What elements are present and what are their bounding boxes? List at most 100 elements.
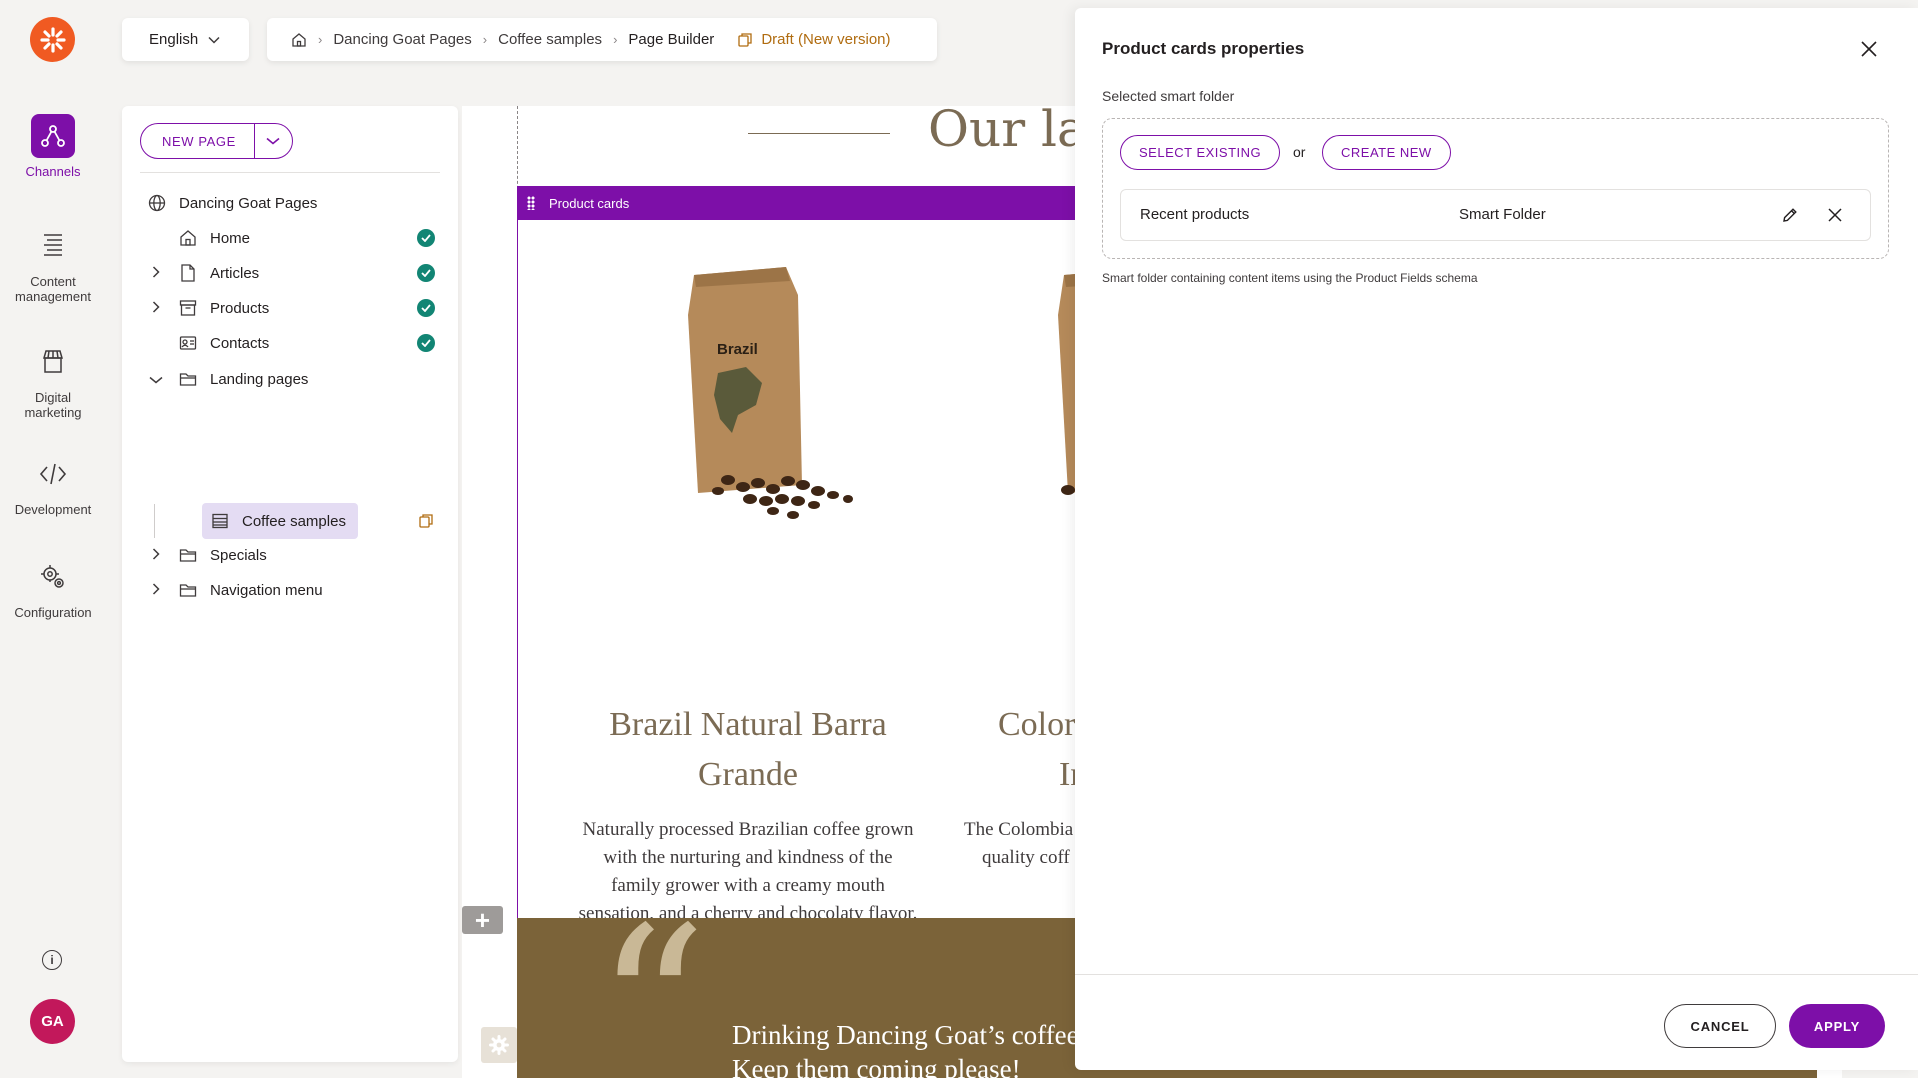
published-icon bbox=[417, 264, 435, 282]
folder-icon bbox=[178, 580, 198, 600]
field-hint: Smart folder containing content items us… bbox=[1102, 271, 1478, 285]
quote-icon: “ bbox=[595, 880, 708, 1078]
tree-node-label: Articles bbox=[210, 264, 260, 282]
info-icon[interactable]: i bbox=[42, 950, 62, 970]
nav-digital-marketing[interactable]: Digital marketing bbox=[0, 340, 106, 420]
footer-divider bbox=[1075, 974, 1918, 975]
globe-icon bbox=[147, 193, 167, 213]
tree-node-label: Coffee samples bbox=[242, 512, 346, 530]
panel-title: Product cards properties bbox=[1102, 39, 1305, 58]
channels-icon bbox=[31, 114, 75, 158]
draft-icon bbox=[418, 513, 434, 534]
new-page-label: NEW PAGE bbox=[141, 124, 255, 158]
remove-button[interactable] bbox=[1824, 204, 1846, 226]
pencil-icon bbox=[1783, 208, 1797, 222]
tree-node-coffee-samples[interactable]: Coffee samples bbox=[210, 504, 346, 538]
content-management-icon bbox=[31, 224, 75, 268]
tree-node-specials[interactable]: Specials bbox=[152, 538, 267, 572]
gear-icon bbox=[489, 1035, 509, 1055]
status-text: Draft (New version) bbox=[761, 31, 891, 48]
content-tree-panel: NEW PAGE Dancing Goat Pages Home Article… bbox=[122, 106, 458, 1062]
section-settings-button[interactable] bbox=[481, 1027, 517, 1063]
archive-icon bbox=[178, 298, 198, 318]
bag-label: Brazil bbox=[717, 341, 758, 358]
tree-node-articles[interactable]: Articles bbox=[152, 256, 260, 290]
testimonial-line: Drinking Dancing Goat’s coffee bbox=[732, 1020, 1079, 1050]
testimonial-text: Drinking Dancing Goat’s coffee Keep them… bbox=[732, 1018, 1079, 1078]
section-heading: Our la bbox=[928, 106, 1087, 158]
close-icon bbox=[1828, 208, 1842, 222]
nav-development[interactable]: Development bbox=[0, 452, 106, 517]
testimonial-line: Keep them coming please! bbox=[732, 1054, 1021, 1078]
tree-node-label: Home bbox=[210, 229, 251, 247]
tree-node-label: Products bbox=[210, 299, 270, 317]
published-icon bbox=[417, 229, 435, 247]
tree-node-landing-pages[interactable]: Landing pages bbox=[149, 362, 309, 396]
tree-node-label: Navigation menu bbox=[210, 581, 323, 599]
tree-guide-line bbox=[154, 504, 155, 538]
drag-handle-icon[interactable] bbox=[527, 196, 535, 210]
configuration-icon bbox=[31, 555, 75, 599]
nav-configuration-label: Configuration bbox=[14, 605, 92, 620]
draft-icon bbox=[738, 32, 752, 47]
chevron-down-icon[interactable] bbox=[148, 371, 164, 388]
close-icon bbox=[1861, 41, 1877, 57]
avatar[interactable]: GA bbox=[30, 999, 75, 1044]
chevron-down-icon bbox=[266, 137, 280, 145]
status-badge: Draft (New version) bbox=[737, 31, 891, 48]
document-icon bbox=[178, 263, 198, 283]
new-page-button[interactable]: NEW PAGE bbox=[140, 123, 293, 159]
nav-content-management[interactable]: Content management bbox=[0, 224, 106, 304]
select-existing-button[interactable]: SELECT EXISTING bbox=[1120, 135, 1281, 170]
new-page-dropdown[interactable] bbox=[255, 137, 292, 145]
cancel-button[interactable]: CANCEL bbox=[1664, 1004, 1776, 1048]
breadcrumb-item[interactable]: Dancing Goat Pages bbox=[333, 31, 471, 48]
tree-node-contacts[interactable]: Contacts bbox=[178, 326, 269, 360]
add-widget-button[interactable]: + bbox=[462, 905, 503, 935]
tree-node-home[interactable]: Home bbox=[178, 221, 438, 255]
apply-button[interactable]: APPLY bbox=[1789, 1004, 1885, 1048]
breadcrumb-separator: › bbox=[318, 32, 323, 47]
kentico-logo-icon[interactable] bbox=[30, 17, 75, 62]
nav-channels[interactable]: Channels bbox=[0, 114, 106, 179]
nav-configuration[interactable]: Configuration bbox=[0, 555, 106, 620]
product-title[interactable]: Brazil Natural Barra Grande bbox=[588, 700, 908, 800]
breadcrumb-separator: › bbox=[613, 32, 618, 47]
nav-digital-marketing-label: Digital marketing bbox=[24, 390, 82, 420]
create-new-button[interactable]: CREATE NEW bbox=[1322, 135, 1451, 170]
edit-button[interactable] bbox=[1779, 204, 1801, 226]
tree-node-navigation-menu[interactable]: Navigation menu bbox=[152, 573, 323, 607]
chevron-down-icon bbox=[208, 36, 220, 44]
nav-content-management-label: Content management bbox=[15, 274, 91, 304]
smart-folder-type: Smart Folder bbox=[1459, 206, 1546, 223]
breadcrumb-item[interactable]: Coffee samples bbox=[498, 31, 602, 48]
widget-title: Product cards bbox=[549, 195, 630, 211]
tree-node-label: Landing pages bbox=[210, 370, 309, 388]
tree-root[interactable]: Dancing Goat Pages bbox=[147, 186, 317, 220]
tree-node-products[interactable]: Products bbox=[152, 291, 270, 325]
breadcrumb-separator: › bbox=[482, 32, 488, 47]
close-button[interactable] bbox=[1858, 38, 1880, 60]
main-navigation: Channels Content management Digital mark… bbox=[0, 0, 106, 1078]
properties-panel: Product cards properties Selected smart … bbox=[1075, 8, 1918, 1070]
selected-smart-folder: Recent products Smart Folder bbox=[1120, 189, 1871, 241]
chevron-right-icon[interactable] bbox=[148, 582, 164, 599]
smart-folder-name: Recent products bbox=[1140, 206, 1250, 223]
chevron-right-icon[interactable] bbox=[148, 300, 164, 317]
published-icon bbox=[417, 334, 435, 352]
divider bbox=[140, 172, 440, 173]
development-icon bbox=[31, 452, 75, 496]
chevron-right-icon[interactable] bbox=[148, 547, 164, 564]
folder-icon bbox=[178, 369, 198, 389]
smart-folder-selector: SELECT EXISTING or CREATE NEW Recent pro… bbox=[1102, 118, 1889, 259]
tree-node-label: Specials bbox=[210, 546, 267, 564]
language-selector[interactable]: English bbox=[122, 18, 249, 61]
nav-development-label: Development bbox=[14, 502, 92, 517]
tree-root-label: Dancing Goat Pages bbox=[179, 194, 318, 212]
digital-marketing-icon bbox=[31, 340, 75, 384]
home-icon[interactable] bbox=[291, 32, 307, 48]
field-label: Selected smart folder bbox=[1102, 88, 1235, 104]
folder-icon bbox=[178, 545, 198, 565]
nav-channels-label: Channels bbox=[25, 164, 81, 179]
chevron-right-icon[interactable] bbox=[148, 265, 164, 282]
